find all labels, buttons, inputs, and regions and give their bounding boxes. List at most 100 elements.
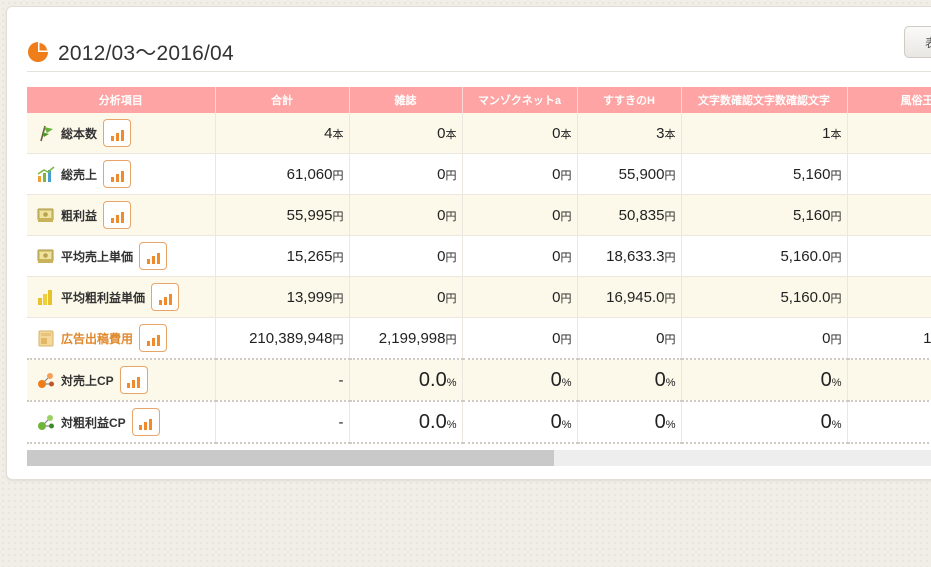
value-cell: 15,000,0 — [847, 317, 931, 360]
chart-button[interactable] — [151, 283, 180, 311]
chart-bar-icon — [156, 335, 160, 346]
molecule-green-icon — [37, 413, 55, 431]
table-row: 対売上CP-0.0%0%0%0%0 — [27, 359, 931, 402]
row-label-cell: 総売上 — [27, 153, 216, 195]
cell-unit: % — [831, 376, 842, 389]
cell-unit: % — [665, 376, 676, 389]
cell-value: 0 — [552, 165, 561, 183]
value-cell — [847, 276, 931, 318]
table-header-row: 分析項目 合計 雑誌 マンゾクネットa すすきのH 文字数確認文字数確認文字 風俗王 — [27, 87, 931, 113]
value-cell: 0円 — [462, 153, 578, 195]
value-cell: 15,265円 — [215, 235, 350, 277]
value-cell: 4本 — [215, 113, 350, 154]
chart-bar-icon — [151, 338, 155, 346]
cell-unit: 本 — [332, 128, 344, 141]
row-label: 平均粗利益単価 — [61, 290, 146, 305]
cell-value: 0 — [654, 410, 666, 433]
value-cell: 0% — [462, 359, 578, 402]
value-cell: 0.0% — [349, 359, 463, 402]
chart-bar-icon — [144, 422, 148, 430]
value-cell: 0円 — [349, 153, 463, 195]
chart-bar-icon — [115, 215, 119, 223]
chart-bar-icon — [110, 218, 114, 223]
chart-button[interactable] — [139, 242, 168, 270]
chart-button[interactable] — [103, 160, 132, 188]
value-cell: 0円 — [681, 317, 848, 360]
value-cell: 5,160円 — [681, 153, 848, 195]
horizontal-scrollbar-thumb[interactable] — [27, 450, 554, 466]
cell-unit: 円 — [830, 333, 842, 346]
value-cell: - — [215, 401, 350, 444]
cell-value: 210,389,948 — [249, 329, 333, 347]
cell-value: 15,265 — [286, 247, 333, 265]
cell-value: 18,633.3 — [606, 247, 665, 265]
value-cell — [847, 194, 931, 236]
table-row: 対粗利益CP-0.0%0%0%0%0 — [27, 401, 931, 444]
cell-unit: 本 — [664, 128, 676, 141]
analysis-panel: 2012/03～2016/04 表 分析項目合計雑誌マンゾクネットaすすきのH文… — [6, 6, 931, 480]
cell-value: 15,000,0 — [923, 329, 931, 347]
value-cell: 210,389,948円 — [215, 317, 350, 360]
cell-unit: 円 — [445, 169, 457, 182]
row-label-cell: 平均粗利益単価 — [27, 276, 216, 318]
cell-unit: 円 — [664, 333, 676, 346]
chart-button[interactable] — [103, 119, 132, 147]
cell-value: 0 — [654, 368, 666, 391]
value-cell: 55,995円 — [215, 194, 350, 236]
flag-icon — [37, 124, 55, 142]
cell-unit: 円 — [560, 333, 572, 346]
value-cell: 0 — [847, 359, 931, 402]
cell-value: 0.0 — [418, 368, 447, 391]
row-label-cell: 対売上CP — [27, 359, 216, 402]
chart-button[interactable] — [139, 324, 168, 352]
chart-button[interactable] — [119, 366, 148, 394]
chart-bar-icon — [149, 419, 153, 430]
cell-unit: 円 — [332, 292, 344, 305]
value-cell — [847, 113, 931, 154]
row-label: 対売上CP — [61, 373, 114, 388]
coins-icon — [37, 288, 55, 306]
cell-value: 55,900 — [618, 165, 665, 183]
value-cell: 0本 — [462, 113, 578, 154]
cell-value: 0 — [437, 206, 446, 224]
cell-value: 3 — [656, 124, 665, 142]
cell-unit: 円 — [830, 210, 842, 223]
value-cell: 0円 — [462, 194, 578, 236]
pie-chart-icon — [28, 42, 48, 62]
display-button[interactable]: 表 — [904, 26, 931, 58]
value-cell: 2,199,998円 — [349, 317, 463, 360]
value-cell: 0円 — [349, 194, 463, 236]
cell-value: 0 — [437, 165, 446, 183]
cell-value: 5,160.0 — [780, 288, 831, 306]
value-cell — [847, 153, 931, 195]
value-cell: 0 — [847, 401, 931, 444]
value-cell: 0% — [577, 359, 682, 402]
chart-bar-icon — [120, 212, 124, 223]
value-cell: 0% — [681, 401, 848, 444]
chart-bar-icon — [120, 171, 124, 182]
cell-value: 5,160 — [792, 165, 831, 183]
chart-bar-icon — [115, 133, 119, 141]
analysis-table: 分析項目 合計 雑誌 マンゾクネットa すすきのH 文字数確認文字数確認文字 風俗王 総本数… — [27, 87, 931, 444]
table-row: 総本数 4本 0本 0本 3本 1本 — [27, 113, 931, 154]
cell-unit: 円 — [332, 333, 344, 346]
chart-button[interactable] — [103, 201, 132, 229]
cell-value: 61,060 — [286, 165, 333, 183]
panel-header: 2012/03～2016/04 — [27, 37, 234, 67]
cell-value: 0 — [820, 368, 832, 391]
cell-value: 0 — [552, 329, 561, 347]
column-header: 風俗王 — [847, 87, 931, 113]
cell-unit: 本 — [830, 128, 842, 141]
cell-unit: 円 — [560, 292, 572, 305]
value-cell: 5,160円 — [681, 194, 848, 236]
cell-unit: 円 — [830, 292, 842, 305]
value-cell: 55,900円 — [577, 153, 682, 195]
column-header: 雑誌 — [349, 87, 463, 113]
row-label: 平均売上単価 — [61, 249, 134, 264]
cell-value: 0 — [437, 247, 446, 265]
value-cell: 0% — [462, 401, 578, 444]
chart-button[interactable] — [131, 408, 160, 436]
cell-unit: % — [831, 418, 842, 431]
cell-unit: 円 — [560, 169, 572, 182]
row-label-cell: 総本数 — [27, 113, 216, 154]
